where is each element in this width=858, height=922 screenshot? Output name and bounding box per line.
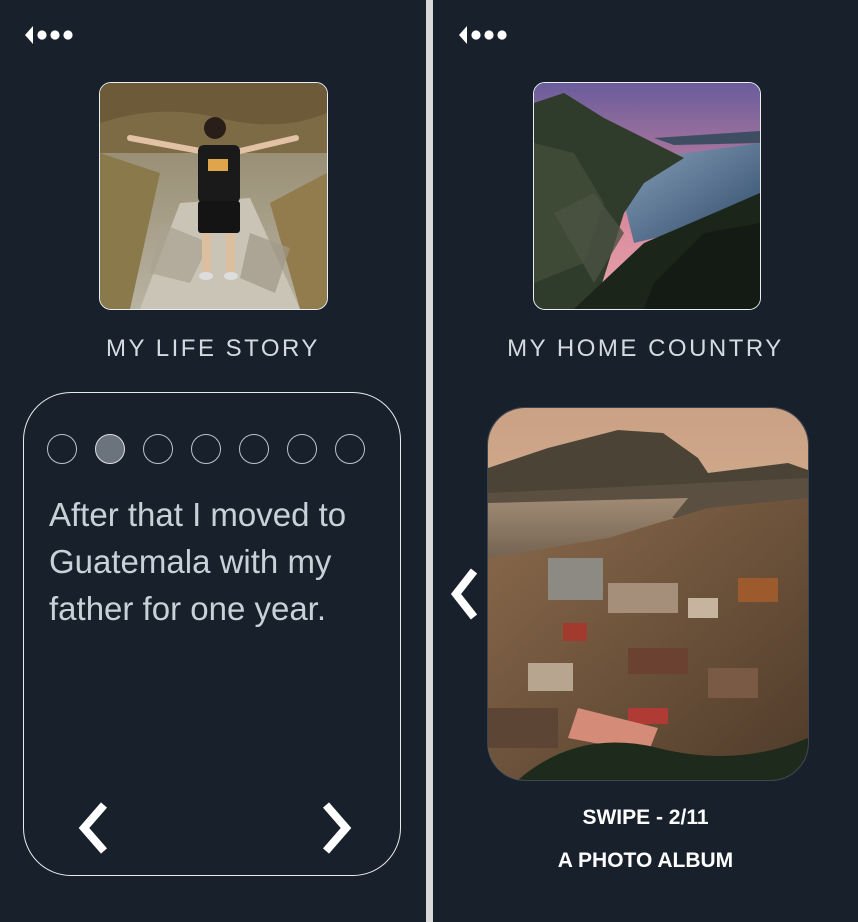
back-menu-button[interactable] xyxy=(456,22,516,48)
page-indicator xyxy=(47,434,365,464)
album-previous-button[interactable] xyxy=(448,567,480,621)
page-dot-5[interactable] xyxy=(239,434,269,464)
page-title: MY HOME COUNTRY xyxy=(507,335,784,362)
life-story-screen: MY LIFE STORY After that I moved to Guat… xyxy=(0,0,426,922)
photo-man-on-rocks-icon xyxy=(100,83,327,309)
page-dot-7[interactable] xyxy=(335,434,365,464)
photo-fjord-sunset-icon xyxy=(534,83,760,309)
life-story-thumbnail[interactable] xyxy=(99,82,328,310)
page-title: MY LIFE STORY xyxy=(106,335,320,362)
chevron-left-icon xyxy=(78,802,108,854)
page-dot-6[interactable] xyxy=(287,434,317,464)
next-button[interactable] xyxy=(316,801,356,855)
home-country-screen: MY HOME COUNTRY SWIPE - 2/11 A PHOTO ALB… xyxy=(433,0,858,922)
swipe-counter: SWIPE - 2/11 xyxy=(582,806,709,829)
chevron-left-icon xyxy=(450,568,478,620)
story-card: After that I moved to Guatemala with my … xyxy=(23,392,401,876)
page-dot-4[interactable] xyxy=(191,434,221,464)
home-country-thumbnail[interactable] xyxy=(533,82,761,310)
previous-button[interactable] xyxy=(74,801,114,855)
screen-divider xyxy=(426,0,433,922)
album-photo[interactable] xyxy=(487,407,809,781)
photo-coastal-town-icon xyxy=(488,408,808,780)
back-dots-icon xyxy=(25,26,73,44)
back-dots-icon xyxy=(459,26,507,44)
story-text: After that I moved to Guatemala with my … xyxy=(49,496,347,627)
page-dot-1[interactable] xyxy=(47,434,77,464)
chevron-right-icon xyxy=(322,802,352,854)
page-dot-3[interactable] xyxy=(143,434,173,464)
back-menu-button[interactable] xyxy=(22,22,82,48)
album-title: A PHOTO ALBUM xyxy=(557,849,734,872)
page-dot-2[interactable] xyxy=(95,434,125,464)
